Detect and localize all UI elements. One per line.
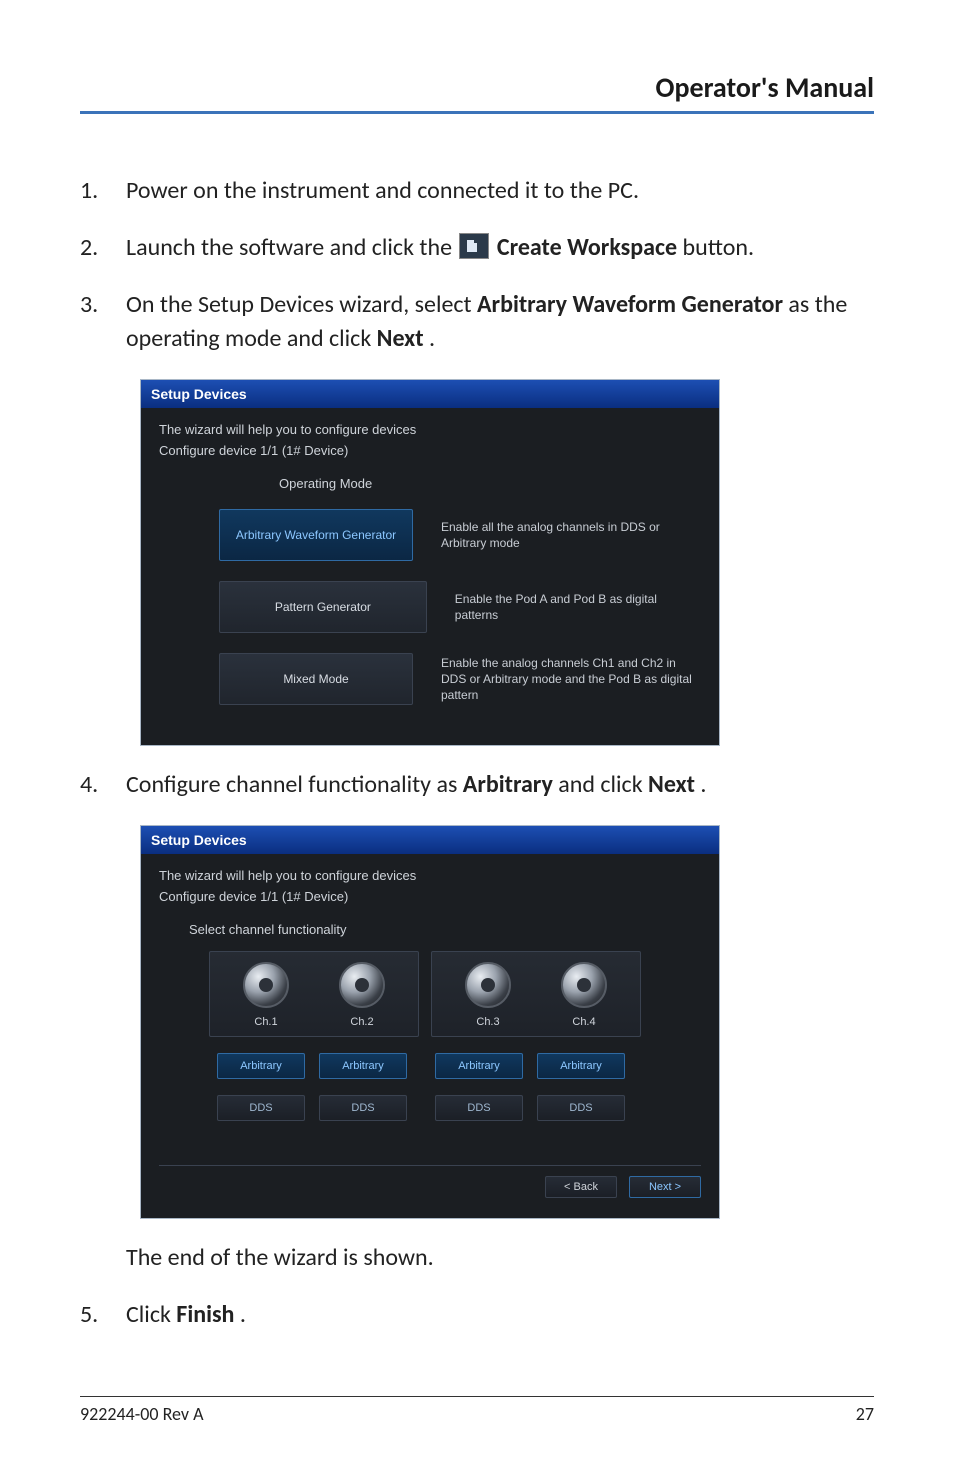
channel-label: Ch.3 <box>440 1016 536 1028</box>
wizard-intro-text: The wizard will help you to configure de… <box>159 868 701 883</box>
mode-pattern-generator-button[interactable]: Pattern Generator <box>219 581 427 633</box>
ch2-dds-button[interactable]: DDS <box>319 1095 407 1121</box>
text-bold: Finish <box>176 1300 234 1329</box>
channel-label: Ch.4 <box>536 1016 632 1028</box>
ch3-arbitrary-button[interactable]: Arbitrary <box>435 1053 523 1079</box>
channel-label: Ch.2 <box>314 1016 410 1028</box>
knob-icon <box>465 962 511 1008</box>
ch4-dds-button[interactable]: DDS <box>537 1095 625 1121</box>
step-number: 4. <box>80 768 126 803</box>
text-bold: Arbitrary <box>463 770 553 799</box>
text-frag: . <box>429 324 435 353</box>
create-workspace-icon <box>459 233 489 259</box>
ch3-dds-button[interactable]: DDS <box>435 1095 523 1121</box>
step-number: 1. <box>80 174 126 209</box>
page-header: Operator's Manual <box>80 70 874 114</box>
step-text: Click Finish . <box>126 1298 874 1333</box>
ch4-arbitrary-button[interactable]: Arbitrary <box>537 1053 625 1079</box>
wizard-intro-text: The wizard will help you to configure de… <box>159 422 701 437</box>
step-2: 2. Launch the software and click the Cre… <box>80 231 874 266</box>
text-frag: button. <box>683 233 755 262</box>
step-number-blank <box>80 1241 126 1276</box>
select-channel-functionality-label: Select channel functionality <box>189 922 701 937</box>
text-frag: Click <box>126 1300 176 1329</box>
window-titlebar: Setup Devices <box>141 380 719 408</box>
page-footer: 922244-00 Rev A 27 <box>80 1396 874 1425</box>
footer-page-number: 27 <box>856 1403 874 1425</box>
ch1-arbitrary-button[interactable]: Arbitrary <box>217 1053 305 1079</box>
text-bold: Next <box>648 770 695 799</box>
mode-mixed-mode-button[interactable]: Mixed Mode <box>219 653 413 705</box>
text-frag: Configure channel functionality as <box>126 770 463 799</box>
wizard-device-text: Configure device 1/1 (1# Device) <box>159 443 701 458</box>
step-number: 2. <box>80 231 126 266</box>
mode-description: Enable the Pod A and Pod B as digital pa… <box>455 591 701 623</box>
text-frag: Launch the software and click the <box>126 233 457 262</box>
text-frag: . <box>700 770 706 799</box>
knob-icon <box>243 962 289 1008</box>
channel-pair-1-2: Ch.1 Ch.2 <box>209 951 419 1037</box>
wizard-device-text: Configure device 1/1 (1# Device) <box>159 889 701 904</box>
knob-icon <box>561 962 607 1008</box>
text-frag: On the Setup Devices wizard, select <box>126 290 477 319</box>
knob-icon <box>339 962 385 1008</box>
next-button[interactable]: Next > <box>629 1176 701 1198</box>
mode-description: Enable all the analog channels in DDS or… <box>441 519 701 551</box>
step-text: Launch the software and click the Create… <box>126 231 874 266</box>
mode-arbitrary-waveform-generator-button[interactable]: Arbitrary Waveform Generator <box>219 509 413 561</box>
text-bold: Next <box>377 324 424 353</box>
text-bold: Create Workspace <box>497 233 677 262</box>
back-button[interactable]: < Back <box>545 1176 617 1198</box>
window-titlebar: Setup Devices <box>141 826 719 854</box>
channel-label: Ch.1 <box>218 1016 314 1028</box>
step-text: On the Setup Devices wizard, select Arbi… <box>126 288 874 358</box>
step-number: 3. <box>80 288 126 358</box>
setup-devices-panel-2: Setup Devices The wizard will help you t… <box>140 825 720 1219</box>
mode-description: Enable the analog channels Ch1 and Ch2 i… <box>441 655 701 704</box>
step-3: 3. On the Setup Devices wizard, select A… <box>80 288 874 358</box>
ch1-dds-button[interactable]: DDS <box>217 1095 305 1121</box>
step-text: The end of the wizard is shown. <box>126 1241 874 1276</box>
operating-mode-label: Operating Mode <box>279 476 701 491</box>
text-frag: . <box>240 1300 246 1329</box>
setup-devices-panel-1: Setup Devices The wizard will help you t… <box>140 379 720 746</box>
step-text: Power on the instrument and connected it… <box>126 174 874 209</box>
text-frag: and click <box>558 770 648 799</box>
channel-pair-3-4: Ch.3 Ch.4 <box>431 951 641 1037</box>
ch2-arbitrary-button[interactable]: Arbitrary <box>319 1053 407 1079</box>
footer-left: 922244-00 Rev A <box>80 1403 204 1425</box>
step-5: 5. Click Finish . <box>80 1298 874 1333</box>
text-bold: Arbitrary Waveform Generator <box>477 290 783 319</box>
step-text: Configure channel functionality as Arbit… <box>126 768 874 803</box>
step-1: 1. Power on the instrument and connected… <box>80 174 874 209</box>
step-4-continuation: The end of the wizard is shown. <box>80 1241 874 1276</box>
step-4: 4. Configure channel functionality as Ar… <box>80 768 874 803</box>
step-number: 5. <box>80 1298 126 1333</box>
